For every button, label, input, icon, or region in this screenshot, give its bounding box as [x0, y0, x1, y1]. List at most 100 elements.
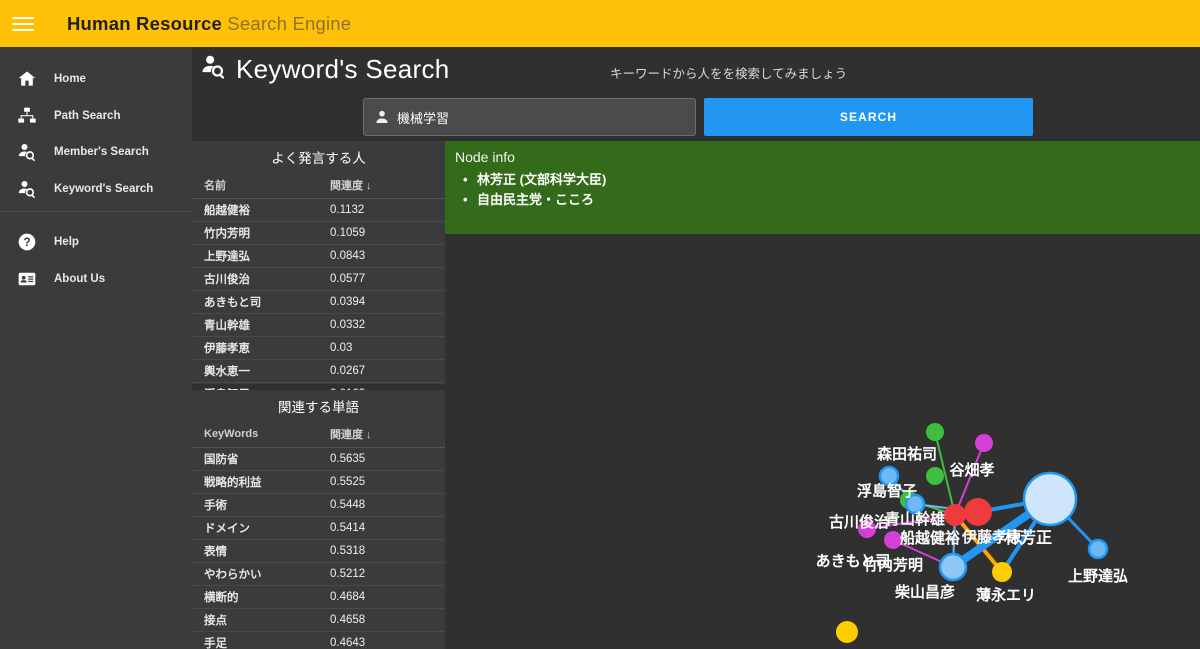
app-brand: Human Resource Search Engine	[67, 13, 351, 35]
person-search-icon	[0, 179, 54, 199]
table-row[interactable]: 手術 0.5448	[192, 493, 445, 517]
node-info-list: 林芳正 (文部科学大臣) 自由民主党・こころ	[455, 170, 1200, 210]
graph-node-label: 柴山昌彦	[894, 583, 955, 601]
column-header-name[interactable]: 名前	[192, 174, 330, 199]
frequent-speakers-panel: よく発言する人 名前 関連度 ↓ 船越健裕 0.1132 竹内芳明 0.1059 上…	[192, 141, 445, 429]
panel-title: よく発言する人	[271, 151, 366, 166]
table-row[interactable]: 表情 0.5318	[192, 539, 445, 563]
sidebar-item-label: Keyword's Search	[54, 182, 154, 195]
person-name: 伊藤孝恵	[192, 336, 330, 360]
table-row[interactable]: 船越健裕 0.1132	[192, 198, 445, 222]
page-subtitle: キーワードから人をを検索してみましょう	[610, 67, 848, 81]
sidebar-divider	[0, 211, 192, 212]
graph-node[interactable]	[1022, 471, 1078, 527]
search-button[interactable]: SEARCH	[704, 98, 1033, 136]
node-info-item: 林芳正 (文部科学大臣)	[463, 170, 1200, 190]
table-row[interactable]: 手足 0.4643	[192, 631, 445, 649]
sidebar-item-about-us[interactable]: About Us	[0, 261, 192, 298]
table-row[interactable]: 接点 0.4658	[192, 608, 445, 632]
page-header: Keyword's Search キーワードから人をを検索してみましょう	[192, 47, 1200, 94]
keyword-score: 0.5212	[330, 562, 445, 586]
sidebar-item-help[interactable]: ? Help	[0, 224, 192, 261]
graph-node[interactable]	[938, 552, 968, 582]
keyword-score: 0.4658	[330, 608, 445, 632]
sidebar: Home Path Search Member's Search Keyword…	[0, 47, 192, 649]
graph-node[interactable]	[975, 434, 993, 452]
table-header-row: 名前 関連度 ↓	[192, 174, 445, 199]
sidebar-item-label: Help	[54, 236, 79, 249]
search-input[interactable]: 機械学習	[363, 98, 696, 136]
sitemap-icon	[0, 106, 54, 126]
sidebar-top-spacer	[0, 47, 192, 61]
graph-node[interactable]	[944, 504, 966, 526]
sidebar-item-members-search[interactable]: Member's Search	[0, 134, 192, 171]
graph-node[interactable]	[1087, 538, 1109, 560]
table-row[interactable]: 伊藤孝恵 0.03	[192, 336, 445, 360]
graph-node[interactable]	[926, 467, 944, 485]
question-circle-icon: ?	[0, 232, 54, 252]
main-content: Keyword's Search キーワードから人をを検索してみましょう 機械学…	[192, 47, 1200, 649]
table-row[interactable]: 輿水恵一 0.0267	[192, 359, 445, 383]
table-row[interactable]: ドメイン 0.5414	[192, 516, 445, 540]
svg-text:?: ?	[23, 236, 30, 249]
sidebar-item-label: About Us	[54, 272, 106, 285]
table-row[interactable]: あきもと司 0.0394	[192, 290, 445, 314]
table-header-row: KeyWords 関連度 ↓	[192, 423, 445, 448]
person-score: 0.03	[330, 336, 445, 360]
graph-node-label: 船越健裕	[900, 529, 960, 547]
graph-node-label: 上野達弘	[1068, 567, 1128, 585]
graph-node[interactable]	[926, 423, 944, 441]
brand-secondary: Search Engine	[221, 12, 352, 34]
network-graph[interactable]: 森田祐司 谷畑孝 浮島智子 青山幹雄 船越健裕 伊藤孝恵 古川俊治 竹内芳明 あきもと司 柴山昌彦…	[445, 234, 1200, 649]
sidebar-item-keywords-search[interactable]: Keyword's Search	[0, 171, 192, 208]
keyword: 国防省	[192, 447, 330, 471]
network-graph-svg[interactable]: 森田祐司谷畑孝浮島智子青山幹雄船越健裕 伊藤孝恵古川俊治竹内芳明あきもと司柴山昌彦…	[445, 234, 1200, 649]
graph-node[interactable]	[836, 621, 858, 643]
table-row[interactable]: 横断的 0.4684	[192, 585, 445, 609]
person-name: 古川俊治	[192, 267, 330, 291]
keyword: やわらかい	[192, 562, 330, 586]
page-title: Keyword's Search	[236, 53, 450, 84]
graph-node[interactable]	[964, 498, 992, 526]
person-score: 0.0577	[330, 267, 445, 291]
keyword: 戦略的利益	[192, 470, 330, 494]
table-row[interactable]: 竹内芳明 0.1059	[192, 221, 445, 245]
table-row[interactable]: 青山幹雄 0.0332	[192, 313, 445, 337]
table-row[interactable]: 国防省 0.5635	[192, 447, 445, 471]
table-row[interactable]: やわらかい 0.5212	[192, 562, 445, 586]
page-title-group: Keyword's Search	[200, 53, 450, 85]
column-header-score[interactable]: 関連度 ↓	[330, 174, 445, 199]
person-search-icon	[200, 53, 227, 85]
person-search-icon	[0, 142, 54, 162]
sidebar-item-home[interactable]: Home	[0, 61, 192, 98]
person-score: 0.0332	[330, 313, 445, 337]
graph-node[interactable]	[992, 562, 1012, 582]
person-name: 竹内芳明	[192, 221, 330, 245]
related-words-table: KeyWords 関連度 ↓ 国防省 0.5635 戦略的利益 0.5525 手術 0…	[192, 423, 445, 649]
table-row[interactable]: 上野達弘 0.0843	[192, 244, 445, 268]
graph-node-label: 谷畑孝	[949, 462, 994, 479]
column-header-keyword[interactable]: KeyWords	[192, 423, 330, 448]
person-score: 0.0267	[330, 359, 445, 383]
keyword: ドメイン	[192, 516, 330, 540]
brand-primary: Human Resource	[67, 12, 222, 34]
id-card-icon	[0, 269, 54, 289]
search-input-value: 機械学習	[397, 110, 450, 126]
sidebar-item-label: Path Search	[54, 109, 121, 122]
sidebar-item-path-search[interactable]: Path Search	[0, 98, 192, 135]
sidebar-item-label: Member's Search	[54, 146, 149, 159]
column-header-score[interactable]: 関連度 ↓	[330, 423, 445, 448]
graph-node-label: 森田祐司	[877, 445, 937, 463]
graph-node-label: 薄永エリ	[976, 586, 1036, 604]
keyword: 表情	[192, 539, 330, 563]
related-words-panel: 関連する単語 KeyWords 関連度 ↓ 国防省 0.5635 戦略的利益 0.5…	[192, 390, 445, 649]
hamburger-icon[interactable]	[12, 13, 34, 35]
graph-node-label: あきもと司	[816, 553, 891, 570]
keyword-score: 0.5448	[330, 493, 445, 517]
graph-node-label: 浮島智子	[857, 482, 917, 500]
keyword-score: 0.5525	[330, 470, 445, 494]
table-row[interactable]: 古川俊治 0.0577	[192, 267, 445, 291]
keyword-score: 0.5635	[330, 447, 445, 471]
top-app-bar: Human Resource Search Engine	[0, 0, 1200, 47]
table-row[interactable]: 戦略的利益 0.5525	[192, 470, 445, 494]
